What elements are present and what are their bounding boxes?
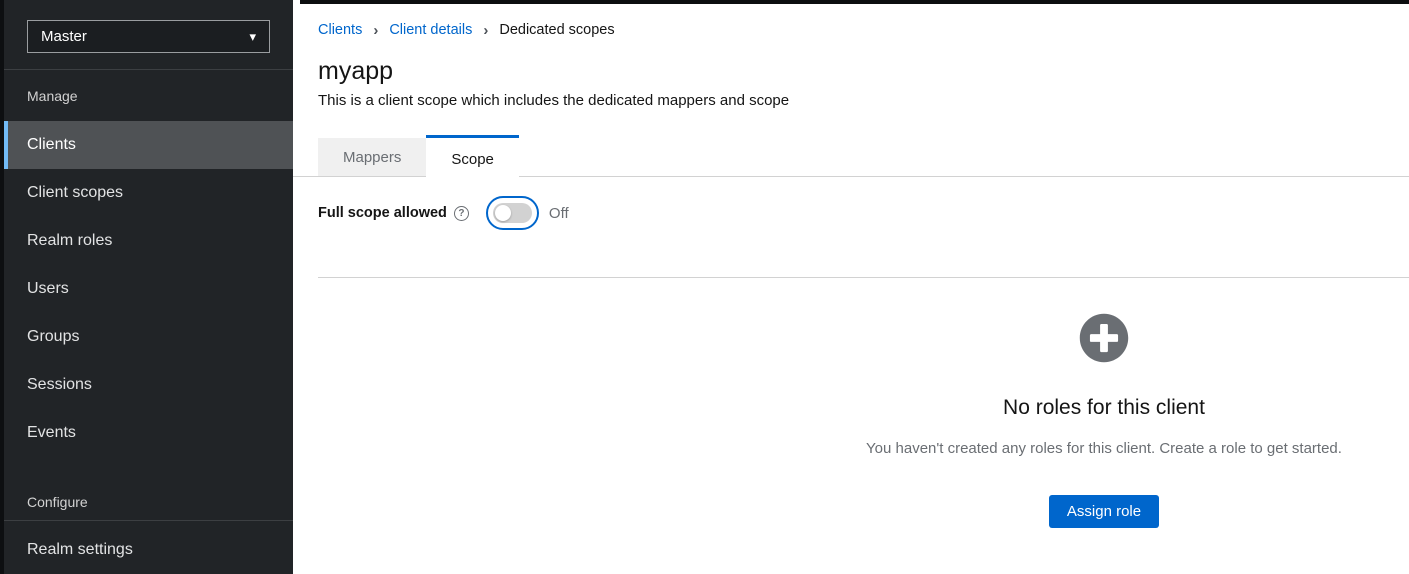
sidebar-item-client-scopes[interactable]: Client scopes [4,169,293,217]
assign-role-button[interactable]: Assign role [1049,495,1159,528]
tab-bar: Mappers Scope [318,135,519,180]
sidebar-item-groups[interactable]: Groups [4,313,293,361]
full-scope-allowed-label: Full scope allowed [318,205,447,221]
breadcrumb-current-dedicated-scopes: Dedicated scopes [499,22,614,38]
sidebar: Master ▾ Manage Clients Client scopes Re… [0,0,293,574]
breadcrumb-link-client-details[interactable]: Client details [389,22,472,38]
tab-mappers[interactable]: Mappers [318,138,426,176]
sidebar-divider [4,520,293,521]
chevron-right-icon: › [373,23,378,38]
sidebar-divider [4,69,293,70]
sidebar-item-clients[interactable]: Clients [4,121,293,169]
configure-nav-list: Realm settings [4,526,293,574]
sidebar-item-events[interactable]: Events [4,409,293,457]
plus-circle-icon [1079,313,1129,363]
sidebar-item-users[interactable]: Users [4,265,293,313]
empty-state-description: You haven't created any roles for this c… [724,440,1409,457]
page-subtitle: This is a client scope which includes th… [318,92,789,109]
section-divider [318,277,1409,278]
tab-scope[interactable]: Scope [426,135,519,180]
realm-selector-dropdown[interactable]: Master ▾ [27,20,270,53]
sidebar-item-realm-roles[interactable]: Realm roles [4,217,293,265]
masthead-edge [300,0,1409,4]
sidebar-item-sessions[interactable]: Sessions [4,361,293,409]
full-scope-allowed-row: Full scope allowed ? Off [318,196,569,230]
toggle-state-label: Off [549,205,569,222]
page-title: myapp [318,57,393,86]
breadcrumb-link-clients[interactable]: Clients [318,22,362,38]
question-circle-icon[interactable]: ? [454,206,469,221]
nav-section-manage-title: Manage [27,88,78,104]
realm-selector-label: Master [41,28,87,45]
main-content: Clients › Client details › Dedicated sco… [293,0,1409,574]
toggle-knob [495,205,511,221]
toggle-track [493,203,532,223]
breadcrumb: Clients › Client details › Dedicated sco… [318,22,615,38]
empty-state: No roles for this client You haven't cre… [724,313,1409,528]
empty-state-title: No roles for this client [724,396,1409,420]
nav-section-configure-title: Configure [27,494,88,510]
full-scope-allowed-toggle[interactable] [486,196,539,230]
manage-nav-list: Clients Client scopes Realm roles Users … [4,121,293,457]
sidebar-item-realm-settings[interactable]: Realm settings [4,526,293,574]
chevron-right-icon: › [483,23,488,38]
chevron-down-icon: ▾ [249,29,256,45]
